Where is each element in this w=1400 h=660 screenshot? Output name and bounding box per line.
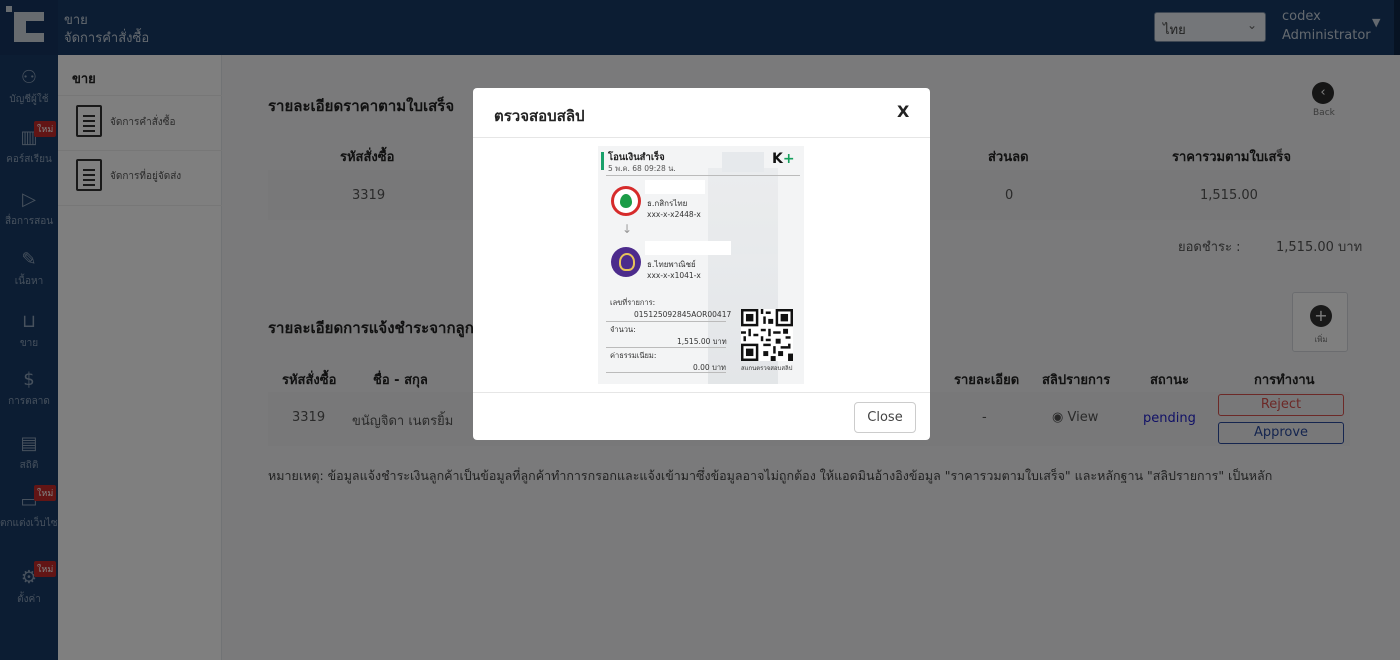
from-account: xxx-x-x2448-x <box>647 210 701 219</box>
qr-label: สแกนตรวจสอบสลิป <box>741 365 793 372</box>
kplus-logo-plus: + <box>782 151 795 167</box>
modal-title: ตรวจสอบสลิป <box>494 107 585 125</box>
ref-label: เลขที่รายการ: <box>610 298 656 307</box>
slip-datetime: 5 พ.ค. 68 09:28 น. <box>608 164 676 173</box>
fee-label: ค่าธรรมเนียม: <box>610 351 657 360</box>
divider <box>606 175 800 176</box>
divider <box>606 347 726 348</box>
slip-modal: ตรวจสอบสลิป X โอนเงินสำเร็จ 5 พ.ค. 68 09… <box>473 88 930 440</box>
payment-slip-image: โอนเงินสำเร็จ 5 พ.ค. 68 09:28 น. K+ ธ.กส… <box>598 146 804 384</box>
kplus-logo-letter: K <box>772 151 783 167</box>
kplus-logo: K+ <box>772 151 795 167</box>
ref-value: 015125092845AOR00417 <box>634 310 732 319</box>
close-button[interactable]: Close <box>854 402 916 433</box>
arrow-down-icon: ↓ <box>622 222 633 236</box>
to-account: xxx-x-x1041-x <box>647 271 701 280</box>
redacted-name <box>645 241 731 255</box>
qr-code-icon <box>741 309 793 361</box>
from-bank: ธ.กสิกรไทย <box>647 199 688 208</box>
amount-label: จำนวน: <box>610 325 636 334</box>
divider <box>473 392 930 393</box>
divider <box>473 137 930 138</box>
divider <box>606 372 726 373</box>
accent-bar <box>601 152 604 170</box>
to-bank: ธ.ไทยพาณิชย์ <box>647 260 696 269</box>
divider <box>606 321 726 322</box>
redacted-name <box>645 180 705 194</box>
scb-bank-logo-icon <box>611 247 641 277</box>
kasikorn-bank-logo-icon <box>611 186 641 216</box>
close-icon[interactable]: X <box>897 102 909 121</box>
